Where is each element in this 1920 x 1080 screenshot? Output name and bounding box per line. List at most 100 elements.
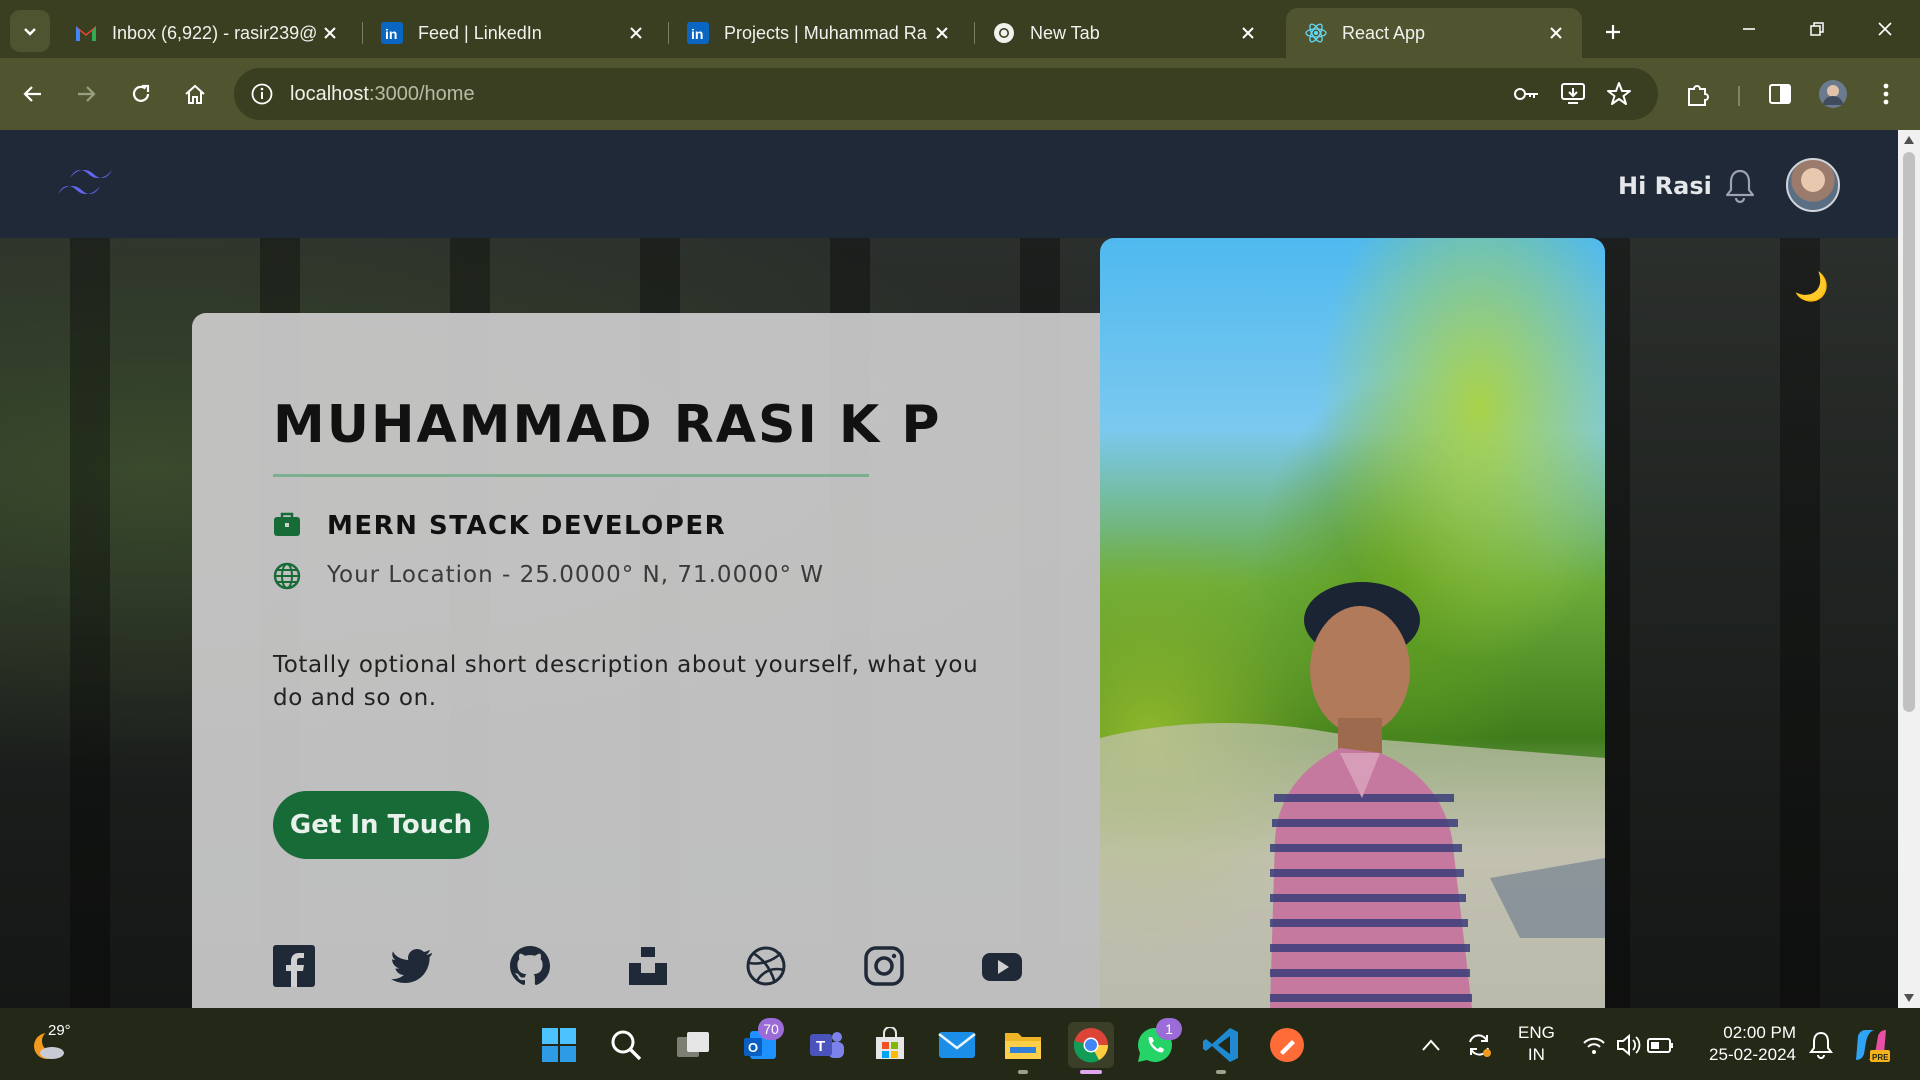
address-bar[interactable]: localhost:3000/home	[234, 68, 1658, 120]
teams-icon: T	[810, 1032, 844, 1058]
forward-button[interactable]	[68, 76, 104, 112]
greeting-text: Hi Rasi	[1618, 172, 1712, 200]
notification-bell-icon	[1809, 1031, 1833, 1059]
reload-icon	[132, 84, 150, 102]
taskbar-vscode[interactable]	[1200, 1024, 1242, 1066]
windows-icon	[542, 1028, 576, 1062]
menu-button[interactable]	[1868, 76, 1904, 112]
briefcase-icon	[274, 512, 300, 536]
tab-react-app[interactable]: React App	[1286, 8, 1582, 58]
chrome-icon	[992, 21, 1016, 45]
instagram-icon[interactable]	[863, 945, 905, 987]
get-in-touch-button[interactable]: Get In Touch	[273, 791, 489, 859]
start-button[interactable]	[538, 1024, 580, 1066]
dribbble-icon[interactable]	[745, 945, 787, 987]
svg-text:T: T	[816, 1038, 825, 1055]
url-path: :3000/home	[368, 83, 475, 105]
taskbar-teams[interactable]: T	[806, 1024, 848, 1066]
key-icon[interactable]	[1512, 82, 1540, 106]
close-icon[interactable]	[930, 21, 954, 45]
linkedin-icon: in	[686, 21, 710, 45]
taskbar-chrome[interactable]	[1068, 1022, 1114, 1068]
scroll-up-icon[interactable]	[1904, 136, 1914, 144]
vscode-icon	[1203, 1028, 1238, 1062]
system-tray-status[interactable]	[1580, 1024, 1676, 1066]
profile-button[interactable]	[1815, 76, 1851, 112]
site-navbar: Hi Rasi	[0, 130, 1898, 238]
linkedin-icon: in	[380, 21, 404, 45]
facebook-icon[interactable]	[273, 945, 315, 987]
new-tab-button[interactable]	[1595, 14, 1631, 50]
show-hidden-icons[interactable]	[1410, 1024, 1452, 1066]
copilot-button[interactable]: PRE	[1850, 1024, 1892, 1066]
svg-text:O: O	[748, 1040, 758, 1055]
back-button[interactable]	[15, 76, 51, 112]
input-language[interactable]: ENG IN	[1518, 1022, 1555, 1066]
star-icon[interactable]	[1606, 81, 1632, 107]
bell-icon[interactable]	[1724, 168, 1756, 204]
tab-linkedin-feed[interactable]: in Feed | LinkedIn	[362, 8, 662, 58]
profile-photo	[1100, 238, 1605, 1008]
clock-date: 25-02-2024	[1709, 1045, 1796, 1064]
url-text: localhost:3000/home	[290, 83, 475, 106]
lang-region: IN	[1527, 1045, 1545, 1064]
minimize-button[interactable]	[1726, 8, 1772, 50]
tailwind-logo-icon[interactable]	[54, 166, 116, 204]
user-avatar[interactable]	[1786, 158, 1840, 212]
unsplash-icon[interactable]	[627, 945, 669, 987]
tab-gmail[interactable]: Inbox (6,922) - rasir239@	[56, 8, 356, 58]
plus-icon	[1606, 25, 1620, 39]
search-icon	[611, 1030, 642, 1061]
scroll-down-icon[interactable]	[1904, 994, 1914, 1002]
running-indicator	[1216, 1070, 1226, 1074]
running-indicator	[1018, 1070, 1028, 1074]
home-button[interactable]	[177, 76, 213, 112]
taskbar-search[interactable]	[605, 1024, 647, 1066]
scrollbar-thumb[interactable]	[1903, 152, 1915, 712]
chevron-down-icon	[24, 28, 36, 36]
task-view-button[interactable]	[672, 1024, 714, 1066]
arrow-left-icon	[23, 86, 41, 102]
page-scrollbar[interactable]	[1898, 130, 1920, 1008]
sync-tray[interactable]	[1458, 1024, 1500, 1066]
side-panel-button[interactable]	[1762, 76, 1798, 112]
tab-title: Feed | LinkedIn	[418, 22, 542, 43]
puzzle-icon	[1688, 85, 1709, 106]
twitter-icon[interactable]	[391, 945, 433, 987]
clock-time: 02:00 PM	[1723, 1023, 1796, 1042]
notification-center[interactable]	[1800, 1024, 1842, 1066]
outlook-badge: 70	[758, 1018, 784, 1040]
close-icon[interactable]	[1236, 21, 1260, 45]
browser-tab-strip: Inbox (6,922) - rasir239@ in Feed | Link…	[0, 0, 1920, 58]
github-icon[interactable]	[509, 945, 551, 987]
close-icon[interactable]	[1544, 21, 1568, 45]
taskbar-mail[interactable]	[936, 1024, 978, 1066]
youtube-icon[interactable]	[981, 945, 1023, 987]
install-app-icon[interactable]	[1560, 81, 1586, 107]
tab-linkedin-projects[interactable]: in Projects | Muhammad Ra	[668, 8, 968, 58]
taskbar-clock[interactable]: 02:00 PM 25-02-2024	[1700, 1022, 1796, 1066]
page-viewport: Hi Rasi MUHAMMAD RASI K P MERN STACK DEV…	[0, 130, 1898, 1008]
extensions-button[interactable]	[1680, 76, 1716, 112]
taskbar-postman[interactable]	[1266, 1024, 1308, 1066]
reload-button[interactable]	[123, 76, 159, 112]
arrow-right-icon	[78, 86, 96, 102]
toolbar-divider	[1738, 86, 1740, 106]
tab-new-tab[interactable]: New Tab	[974, 8, 1274, 58]
tab-search-button[interactable]	[10, 10, 50, 52]
info-icon[interactable]	[250, 82, 274, 106]
close-icon[interactable]	[624, 21, 648, 45]
svg-text:in: in	[691, 26, 703, 42]
postman-icon	[1270, 1028, 1304, 1062]
tab-title: Inbox (6,922) - rasir239@	[112, 22, 318, 43]
close-icon[interactable]	[318, 21, 342, 45]
restore-button[interactable]	[1794, 8, 1840, 50]
close-window-button[interactable]	[1862, 8, 1908, 50]
theme-toggle-moon-icon[interactable]: 🌙	[1794, 270, 1829, 303]
tab-title: React App	[1342, 22, 1426, 43]
react-icon	[1304, 21, 1328, 45]
store-icon	[876, 1027, 904, 1059]
more-vertical-icon	[1883, 83, 1889, 105]
taskbar-file-explorer[interactable]	[1002, 1024, 1044, 1066]
taskbar-store[interactable]	[869, 1024, 911, 1066]
